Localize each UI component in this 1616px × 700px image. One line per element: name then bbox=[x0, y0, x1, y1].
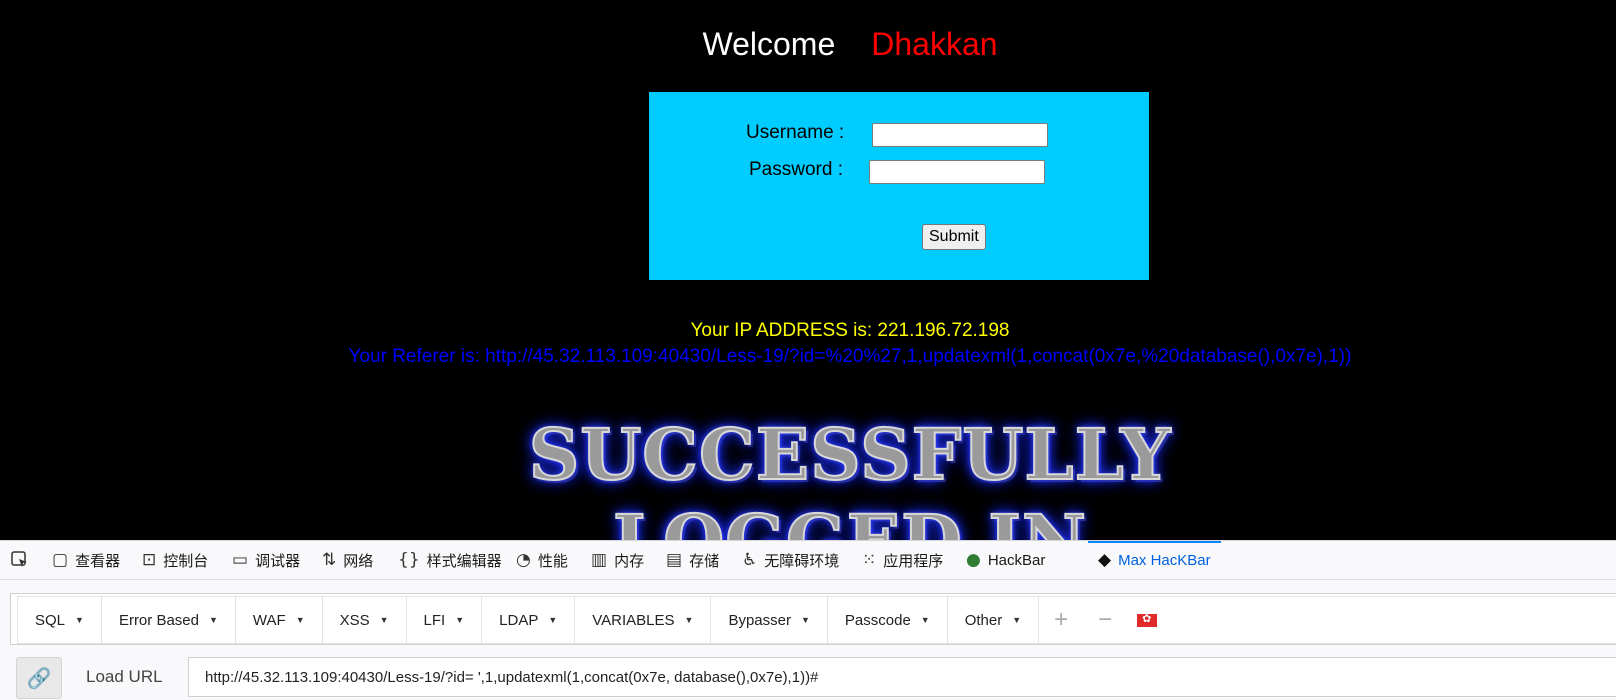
menu-ldap[interactable]: LDAP ▼ bbox=[482, 597, 576, 643]
success-line-2: LOGGED IN bbox=[84, 498, 1616, 540]
caret-down-icon: ▼ bbox=[1012, 615, 1022, 625]
tab-application[interactable]: ⁙ 应用程序 bbox=[862, 541, 943, 579]
tab-max-hackbar[interactable]: ◆ Max HacKBar bbox=[1088, 541, 1221, 579]
menu-bypasser[interactable]: Bypasser ▼ bbox=[711, 597, 828, 643]
memory-icon: ▥ bbox=[591, 550, 608, 570]
tab-label: 样式编辑器 bbox=[426, 552, 502, 570]
tab-label: 控制台 bbox=[163, 552, 209, 570]
console-icon: ⊡ bbox=[142, 550, 157, 570]
url-row: 🔗 Load URL http://45.32.113.109:40430/Le… bbox=[10, 655, 1616, 700]
menu-lfi[interactable]: LFI ▼ bbox=[407, 597, 483, 643]
inspector-icon: ▢ bbox=[52, 550, 69, 570]
success-banner-image: SUCCESSFULLY LOGGED IN bbox=[0, 412, 1616, 540]
menu-label: VARIABLES bbox=[592, 611, 675, 629]
menu-label: LDAP bbox=[499, 611, 539, 629]
welcome-heading: Welcome Dhakkan bbox=[0, 26, 1616, 63]
caret-down-icon: ▼ bbox=[208, 615, 218, 625]
username-label: Username : bbox=[746, 122, 845, 143]
tab-label: 性能 bbox=[537, 552, 568, 570]
menu-passcode[interactable]: Passcode ▼ bbox=[828, 597, 948, 643]
style-editor-icon: {} bbox=[398, 550, 420, 570]
tab-label: 存储 bbox=[689, 552, 720, 570]
element-picker-icon[interactable] bbox=[11, 551, 29, 569]
caret-down-icon: ▼ bbox=[684, 615, 694, 625]
menu-label: LFI bbox=[423, 611, 446, 629]
tab-memory[interactable]: ▥ 内存 bbox=[591, 541, 644, 579]
devtools-tab-bar: ▢ 查看器 ⊡ 控制台 ▭ 调试器 ⇅ 网络 {} 样式编辑器 ◔ 性能 ▥ 内存 ▤ 存储 ♿… bbox=[0, 541, 1616, 580]
tab-label: HackBar bbox=[987, 551, 1046, 569]
menu-other[interactable]: Other ▼ bbox=[948, 597, 1040, 643]
menu-xss[interactable]: XSS ▼ bbox=[323, 597, 407, 643]
menu-label: Error Based bbox=[118, 611, 199, 629]
network-icon: ⇅ bbox=[322, 550, 337, 570]
accessibility-icon: ♿ bbox=[742, 550, 758, 570]
tab-label: 应用程序 bbox=[883, 552, 944, 570]
submit-button[interactable]: Submit bbox=[922, 224, 986, 250]
menu-label: Other bbox=[964, 611, 1003, 629]
welcome-name: Dhakkan bbox=[871, 26, 998, 62]
storage-icon: ▤ bbox=[666, 550, 683, 570]
caret-down-icon: ▼ bbox=[295, 615, 305, 625]
menu-label: WAF bbox=[252, 611, 286, 629]
flag-icon[interactable] bbox=[1137, 612, 1158, 627]
menu-label: Bypasser bbox=[728, 611, 791, 629]
hackbar-toolbar: SQL ▼ Error Based ▼ WAF ▼ XSS ▼ LFI ▼ LDAP ▼ V… bbox=[10, 593, 1616, 645]
password-label: Password : bbox=[749, 159, 843, 180]
hackbar-menu-bar: SQL ▼ Error Based ▼ WAF ▼ XSS ▼ LFI ▼ LDAP ▼ V… bbox=[17, 596, 1616, 644]
page-viewport: Welcome Dhakkan Username : Password : Sub… bbox=[0, 0, 1616, 540]
caret-down-icon: ▼ bbox=[379, 615, 389, 625]
performance-icon: ◔ bbox=[516, 550, 531, 570]
caret-down-icon: ▼ bbox=[920, 615, 930, 625]
tab-label: 网络 bbox=[343, 552, 374, 570]
menu-variables[interactable]: VARIABLES ▼ bbox=[575, 597, 712, 643]
minus-icon[interactable]: − bbox=[1083, 597, 1127, 643]
tab-label: 内存 bbox=[614, 552, 645, 570]
debugger-icon: ▭ bbox=[232, 550, 249, 570]
login-form: Username : Password : Submit bbox=[649, 92, 1149, 280]
tab-performance[interactable]: ◔ 性能 bbox=[516, 541, 568, 579]
username-input[interactable] bbox=[872, 123, 1048, 147]
tab-debugger[interactable]: ▭ 调试器 bbox=[232, 541, 300, 579]
menu-label: SQL bbox=[35, 611, 66, 629]
ip-address-text: Your IP ADDRESS is: 221.196.72.198 bbox=[690, 320, 1010, 341]
max-hackbar-icon: ◆ bbox=[1098, 550, 1112, 570]
tab-label: 无障碍环境 bbox=[764, 552, 840, 570]
caret-down-icon: ▼ bbox=[548, 615, 558, 625]
devtools-panel: ▢ 查看器 ⊡ 控制台 ▭ 调试器 ⇅ 网络 {} 样式编辑器 ◔ 性能 ▥ 内存 ▤ 存储 ♿… bbox=[0, 540, 1616, 700]
tab-inspector[interactable]: ▢ 查看器 bbox=[52, 541, 120, 579]
tab-hackbar[interactable]: ● HackBar bbox=[966, 541, 1045, 579]
tab-label: 查看器 bbox=[75, 552, 121, 570]
tab-label: Max HacKBar bbox=[1118, 551, 1211, 569]
caret-down-icon: ▼ bbox=[75, 615, 84, 625]
menu-label: Passcode bbox=[844, 611, 911, 629]
tab-console[interactable]: ⊡ 控制台 bbox=[142, 541, 208, 579]
tab-accessibility[interactable]: ♿ 无障碍环境 bbox=[742, 541, 839, 579]
tab-label: 调试器 bbox=[255, 552, 301, 570]
welcome-text: Welcome bbox=[702, 26, 836, 62]
success-line-1: SUCCESSFULLY bbox=[528, 412, 1172, 497]
application-icon: ⁙ bbox=[862, 550, 877, 570]
url-input[interactable]: http://45.32.113.109:40430/Less-19/?id= … bbox=[188, 657, 1616, 697]
link-icon[interactable]: 🔗 bbox=[16, 657, 62, 699]
menu-waf[interactable]: WAF ▼ bbox=[236, 597, 323, 643]
tab-storage[interactable]: ▤ 存储 bbox=[666, 541, 719, 579]
caret-down-icon: ▼ bbox=[800, 615, 810, 625]
password-input[interactable] bbox=[869, 160, 1045, 184]
hackbar-icon: ● bbox=[966, 550, 981, 570]
load-url-button[interactable]: Load URL bbox=[86, 667, 163, 687]
plus-icon[interactable]: + bbox=[1039, 597, 1083, 643]
menu-label: XSS bbox=[339, 611, 370, 629]
referer-text: Your Referer is: http://45.32.113.109:40… bbox=[348, 346, 1352, 367]
menu-sql[interactable]: SQL ▼ bbox=[18, 597, 102, 643]
tab-style-editor[interactable]: {} 样式编辑器 bbox=[398, 541, 502, 579]
menu-error-based[interactable]: Error Based ▼ bbox=[102, 597, 236, 643]
caret-down-icon: ▼ bbox=[455, 615, 465, 625]
tab-network[interactable]: ⇅ 网络 bbox=[322, 541, 373, 579]
